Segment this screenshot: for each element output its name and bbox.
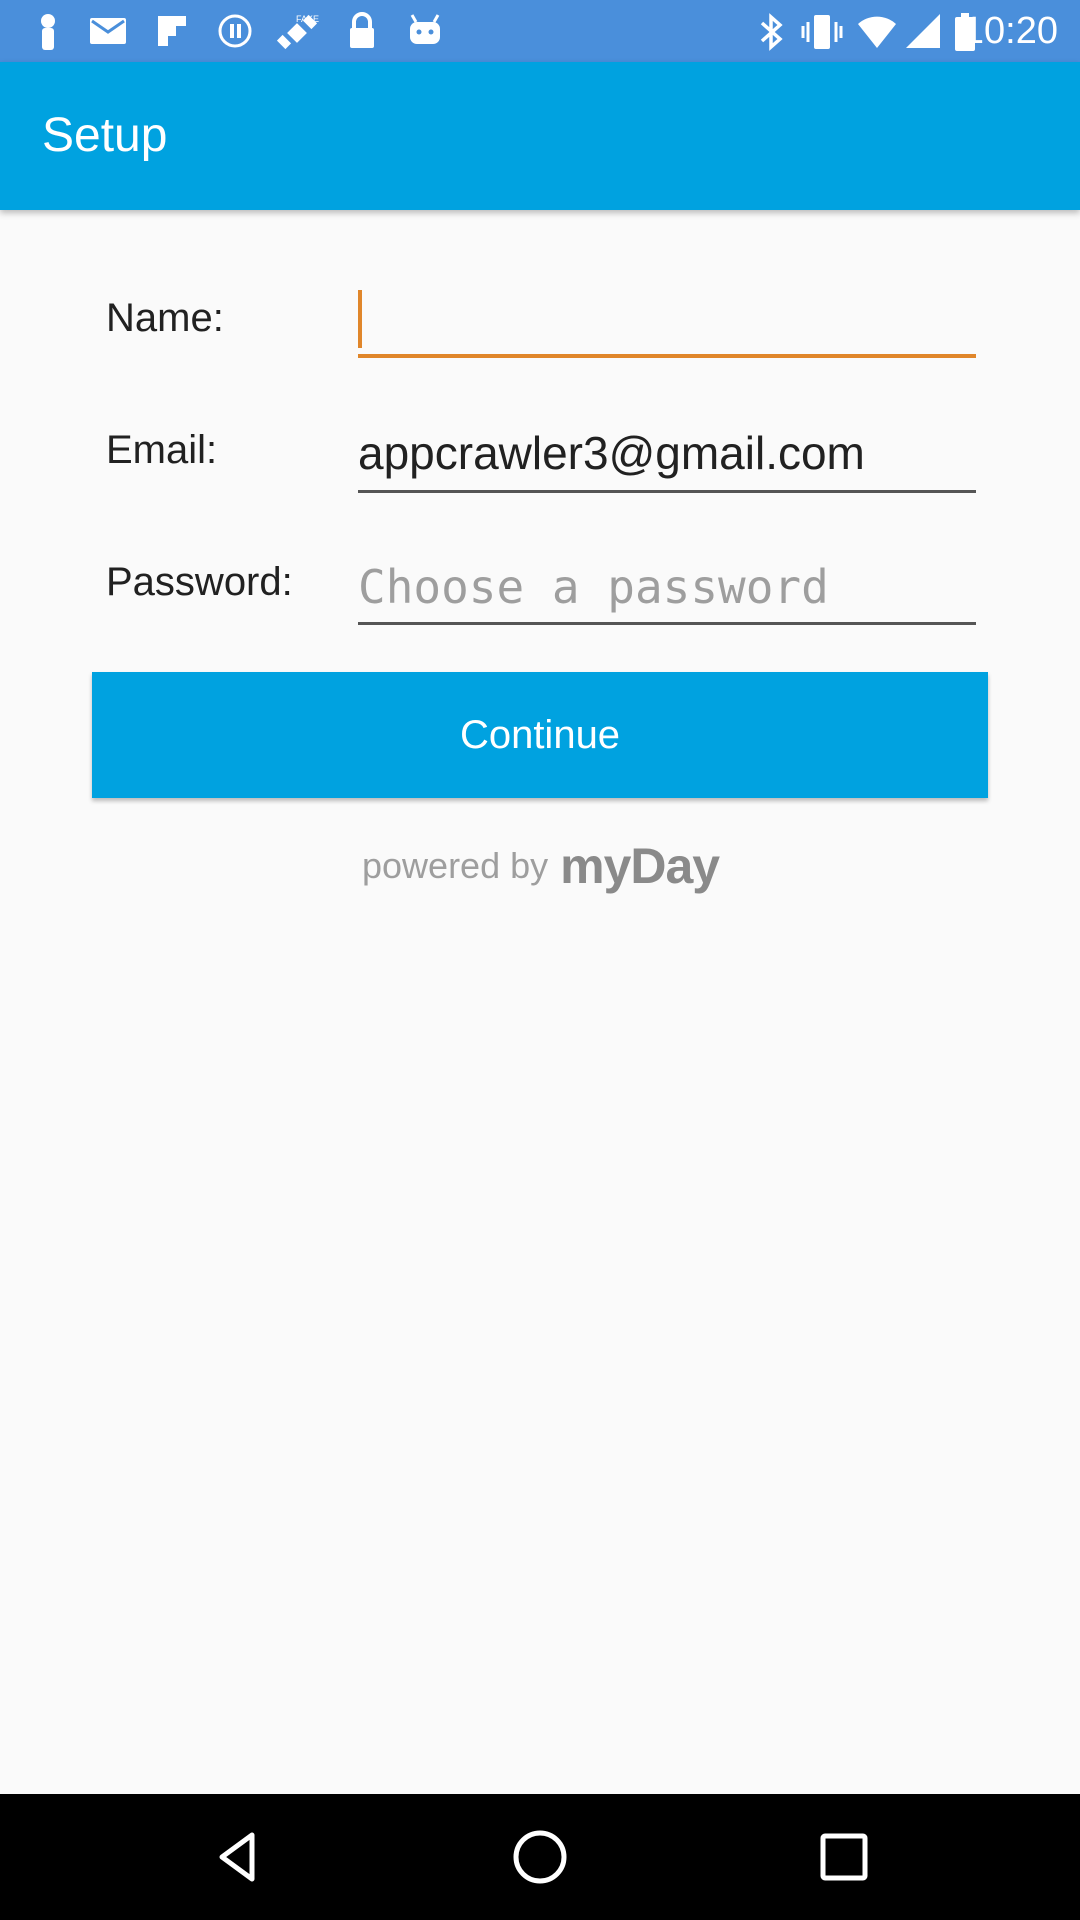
name-label: Name: xyxy=(106,296,224,340)
password-field[interactable]: Choose a password xyxy=(358,556,976,625)
wifi-icon xyxy=(856,12,898,55)
app-bar: Setup xyxy=(0,62,1080,210)
email-field[interactable]: appcrawler3@gmail.com xyxy=(358,424,976,493)
lock-icon xyxy=(346,12,378,55)
person-icon xyxy=(30,12,66,57)
svg-text:FAKE: FAKE xyxy=(296,14,319,24)
page-title: Setup xyxy=(42,109,168,162)
powered-by: powered by myDay xyxy=(362,836,720,896)
recents-icon[interactable] xyxy=(814,1827,874,1887)
text-cursor xyxy=(358,290,362,348)
vibrate-icon xyxy=(800,12,844,57)
continue-button[interactable]: Continue xyxy=(92,672,988,798)
bluetooth-icon xyxy=(756,12,786,57)
password-label: Password: xyxy=(106,560,293,604)
mail-icon xyxy=(88,12,128,53)
signal-icon xyxy=(904,12,942,55)
email-value: appcrawler3@gmail.com xyxy=(358,427,865,479)
sync-icon xyxy=(216,12,254,55)
brand-logo: myDay xyxy=(560,838,720,894)
android-icon xyxy=(406,12,444,55)
flipboard-icon xyxy=(154,12,190,55)
name-field[interactable] xyxy=(358,288,976,358)
status-bar: FAKE 10:20 xyxy=(0,0,1080,62)
back-icon[interactable] xyxy=(208,1827,268,1887)
password-placeholder: Choose a password xyxy=(358,560,829,614)
satellite-icon: FAKE xyxy=(276,12,322,59)
status-time: 10:20 xyxy=(962,10,1058,52)
powered-by-text: powered by xyxy=(362,845,549,886)
navigation-bar xyxy=(0,1794,1080,1920)
email-label: Email: xyxy=(106,428,218,472)
home-icon[interactable] xyxy=(510,1827,570,1887)
